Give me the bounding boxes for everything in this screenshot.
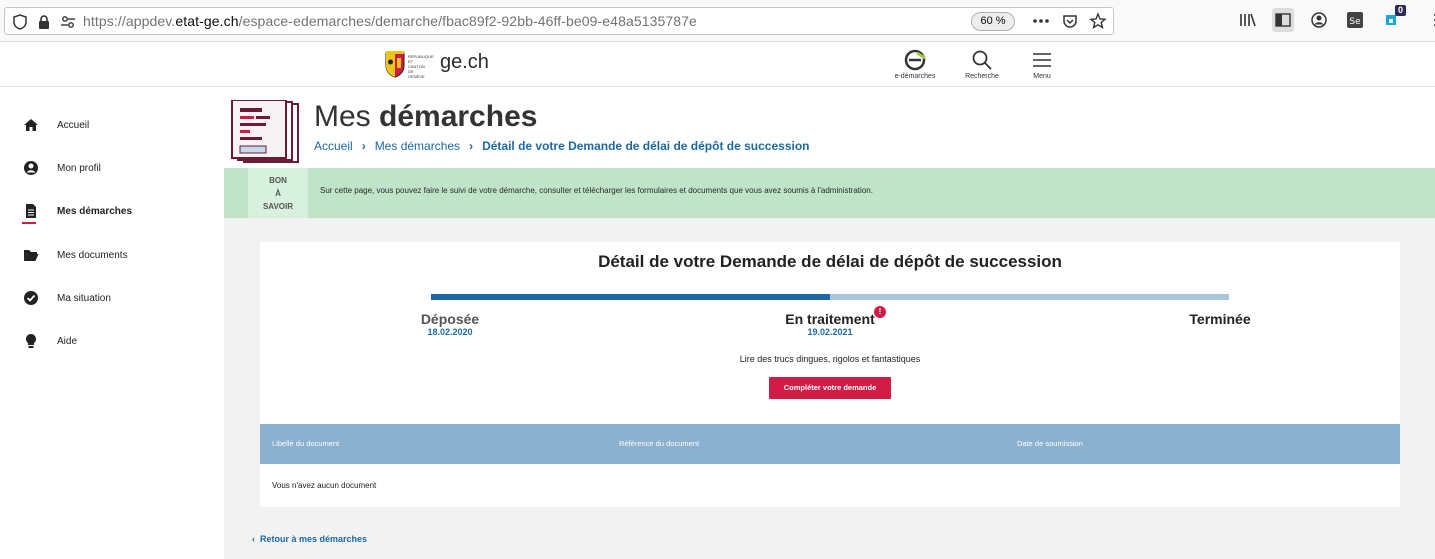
sidebar-item-label: Aide [57, 335, 78, 347]
step-deposee: Déposée 18.02.2020 [400, 311, 500, 337]
info-band: BON À SAVOIR Sur cette page, vous pouvez… [224, 168, 1435, 218]
e-demarches-icon [887, 48, 943, 72]
step-date: 19.02.2021 [807, 327, 853, 337]
col-date[interactable]: Date de soumission [1017, 439, 1083, 448]
tag-line: À [275, 189, 281, 198]
documents-illustration-icon [230, 99, 302, 164]
folder-icon [22, 246, 40, 264]
url-path: /espace-edemarches/demarche/fbac89f2-92b… [238, 13, 697, 29]
url-text[interactable]: https://appdev.etat-ge.ch/espace-edemarc… [83, 13, 697, 29]
menu-label: Menu [1033, 73, 1051, 80]
sidebar-item-mes-documents[interactable]: Mes documents [22, 245, 128, 265]
col-reference[interactable]: Référence du document [619, 439, 699, 448]
tag-line: BON [269, 176, 287, 185]
bookmark-star-icon[interactable] [1089, 12, 1107, 35]
site-header: RÉPUBLIQUE ET CANTON DE GENÈVE ge.ch e-d… [0, 42, 1435, 87]
step-label: En traitement [785, 311, 875, 327]
sidebar-toggle-icon[interactable] [1272, 8, 1294, 32]
step-label: Déposée [420, 311, 480, 327]
geneva-crest-logo[interactable] [384, 50, 406, 78]
search-icon [954, 48, 1010, 72]
sidebar-item-mes-demarches[interactable]: Mes démarches [22, 201, 132, 221]
lock-icon[interactable] [35, 13, 53, 31]
selenium-icon[interactable]: Se [1344, 8, 1366, 32]
zoom-indicator[interactable]: 60 % [971, 12, 1015, 31]
browser-toolbar: https://appdev.etat-ge.ch/espace-edemarc… [0, 0, 1435, 42]
complete-request-button[interactable]: Compléter votre demande [769, 377, 891, 399]
step-date: 18.02.2020 [427, 327, 473, 337]
breadcrumb-current: Détail de votre Demande de délai de dépô… [482, 139, 810, 153]
page-title-light: Mes [314, 100, 380, 133]
sidebar-item-ma-situation[interactable]: Ma situation [22, 288, 111, 308]
sidebar-item-label: Mes documents [57, 249, 128, 261]
step-label: Terminée [1189, 311, 1251, 327]
shield-icon[interactable] [11, 13, 29, 31]
e-demarches-button[interactable]: e-démarches [887, 48, 943, 80]
hamburger-menu-icon[interactable] [1430, 8, 1435, 32]
account-icon[interactable] [1308, 8, 1330, 32]
progress-bar-done [431, 294, 830, 300]
permissions-icon[interactable] [59, 13, 77, 31]
url-domain: etat-ge.ch [175, 13, 239, 29]
svg-text:Se: Se [1349, 17, 1361, 27]
page-title-bold: démarches [379, 100, 538, 133]
main-content: Mes démarches Accueil › Mes démarches › … [224, 88, 1435, 559]
extension-icon[interactable]: 0 [1380, 5, 1406, 32]
info-text: Sur cette page, vous pouvez faire le sui… [320, 186, 873, 195]
sidebar-item-aide[interactable]: Aide [22, 331, 77, 351]
url-prefix: https://appdev. [83, 13, 176, 29]
chevron-left-icon: ‹ [252, 534, 255, 544]
sidebar-item-label: Mes démarches [57, 205, 133, 217]
documents-table-header: Libellé du document Référence du documen… [260, 424, 1400, 464]
home-icon [22, 116, 40, 134]
breadcrumb-accueil[interactable]: Accueil [314, 139, 353, 153]
status-note: Lire des trucs dingues, rigolos et fanta… [739, 354, 921, 364]
pocket-icon[interactable] [1061, 12, 1079, 35]
step-terminee: Terminée [1160, 311, 1280, 327]
col-libelle[interactable]: Libellé du document [272, 439, 339, 448]
detail-title: Détail de votre Demande de délai de dépô… [598, 252, 1062, 271]
library-icon[interactable] [1236, 8, 1258, 32]
sidebar-item-accueil[interactable]: Accueil [22, 115, 89, 135]
crest-caption: RÉPUBLIQUE ET CANTON DE GENÈVE [408, 54, 434, 79]
bulb-icon [22, 332, 40, 350]
active-indicator [22, 222, 36, 224]
e-demarches-label: e-démarches [894, 73, 936, 80]
breadcrumb: Accueil › Mes démarches › Détail de votr… [314, 139, 810, 153]
page-header: Mes démarches Accueil › Mes démarches › … [224, 88, 1435, 168]
search-label: Recherche [965, 73, 999, 80]
detail-card: Détail de votre Demande de délai de dépô… [260, 242, 1400, 507]
sidebar: Accueil Mon profil Mes démarches Mes doc… [0, 88, 224, 559]
document-icon [22, 202, 40, 220]
address-bar[interactable]: https://appdev.etat-ge.ch/espace-edemarc… [4, 7, 1114, 35]
sidebar-item-label: Mon profil [57, 162, 101, 174]
sidebar-item-label: Accueil [57, 119, 90, 131]
sidebar-item-label: Ma situation [57, 292, 111, 304]
chevron-right-icon: › [469, 139, 474, 153]
notification-count-badge: 0 [1394, 5, 1406, 16]
empty-table-message: Vous n'avez aucun document [272, 481, 377, 490]
sidebar-item-mon-profil[interactable]: Mon profil [22, 158, 101, 178]
more-actions-icon[interactable] [1031, 12, 1051, 35]
check-circle-icon [22, 289, 40, 307]
breadcrumb-mes-demarches[interactable]: Mes démarches [375, 139, 460, 153]
page-title: Mes démarches [314, 100, 537, 134]
alert-badge: ! [874, 306, 886, 318]
menu-button[interactable]: Menu [1014, 48, 1070, 80]
search-button[interactable]: Recherche [954, 48, 1010, 80]
back-link-label: Retour à mes démarches [260, 534, 368, 544]
progress-bar-remaining [830, 294, 1229, 300]
back-link[interactable]: ‹ Retour à mes démarches [252, 534, 367, 544]
menu-icon [1014, 48, 1070, 72]
site-name[interactable]: ge.ch [440, 51, 489, 74]
step-en-traitement: En traitement 19.02.2021 [770, 311, 890, 337]
user-icon [22, 159, 40, 177]
chevron-right-icon: › [361, 139, 366, 153]
bon-a-savoir-tag: BON À SAVOIR [248, 168, 308, 218]
tag-line: SAVOIR [262, 202, 294, 211]
